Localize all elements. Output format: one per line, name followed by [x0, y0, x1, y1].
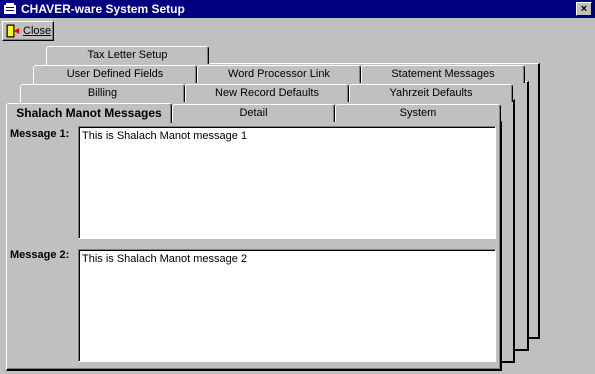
tab-yahrzeit-defaults[interactable]: Yahrzeit Defaults — [349, 84, 513, 102]
tab-user-defined-fields[interactable]: User Defined Fields — [33, 65, 197, 83]
window-close-button[interactable]: × — [576, 2, 592, 16]
tab-statement-messages[interactable]: Statement Messages — [361, 65, 525, 83]
tab-new-record-defaults[interactable]: New Record Defaults — [185, 84, 349, 102]
tab-shalach-manot-messages[interactable]: Shalach Manot Messages — [6, 103, 172, 123]
window-title: CHAVER-ware System Setup — [21, 2, 185, 16]
tab-system[interactable]: System — [335, 104, 501, 122]
message-2-field[interactable]: This is Shalach Manot message 2 — [78, 249, 496, 362]
message-2-label: Message 2: — [10, 249, 70, 261]
message-1-field[interactable]: This is Shalach Manot message 1 — [78, 126, 496, 239]
tab-billing[interactable]: Billing — [20, 84, 185, 102]
tab-detail[interactable]: Detail — [172, 104, 335, 122]
tab-tax-letter-setup[interactable]: Tax Letter Setup — [46, 46, 209, 64]
title-bar: CHAVER-ware System Setup × — [0, 0, 595, 18]
message-1-label: Message 1: — [10, 128, 70, 140]
close-button-label: Close — [23, 25, 52, 37]
close-button[interactable]: Close — [2, 21, 54, 41]
app-icon — [4, 3, 16, 14]
exit-door-icon — [6, 24, 19, 38]
tab-word-processor-link[interactable]: Word Processor Link — [197, 65, 361, 83]
